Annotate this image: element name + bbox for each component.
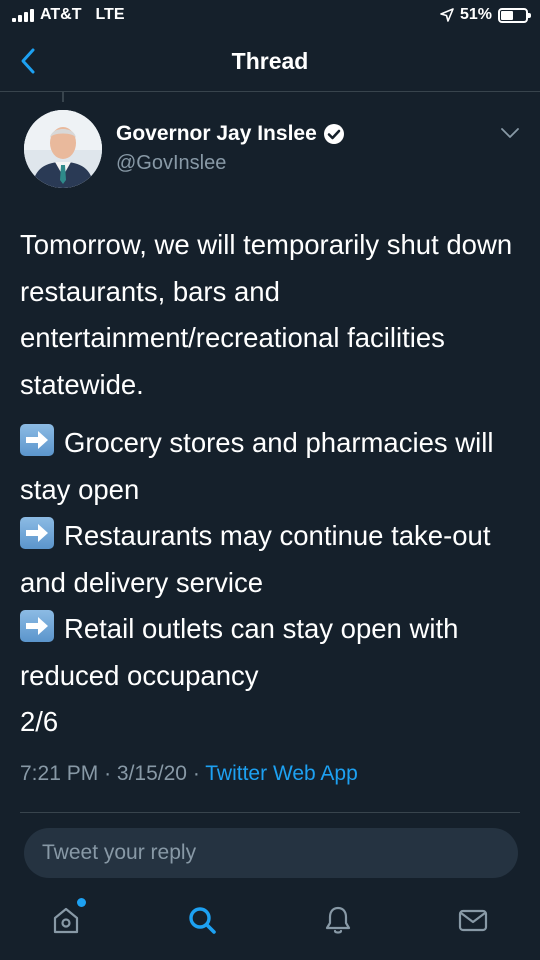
tab-notifications[interactable] bbox=[318, 900, 358, 940]
tab-messages[interactable] bbox=[453, 900, 493, 940]
tab-bar bbox=[0, 890, 540, 960]
battery-icon bbox=[498, 7, 531, 23]
bullet-text: Grocery stores and pharmacies will stay … bbox=[20, 427, 494, 505]
page-title: Thread bbox=[231, 48, 309, 74]
thread-connector bbox=[62, 92, 64, 102]
avatar-portrait-icon bbox=[24, 110, 102, 188]
network-label: LTE bbox=[95, 6, 125, 23]
tab-search[interactable] bbox=[182, 900, 222, 940]
meta-separator: · bbox=[192, 762, 206, 785]
search-icon bbox=[189, 907, 216, 934]
location-icon bbox=[440, 8, 454, 22]
new-content-dot bbox=[77, 898, 86, 907]
tweet-text: Tomorrow, we will temporarily shut down … bbox=[20, 222, 525, 746]
bullet-text: Retail outlets can stay open with reduce… bbox=[20, 613, 459, 691]
right-arrow-icon bbox=[20, 517, 54, 549]
tweet-date: 3/15/20 bbox=[116, 762, 187, 785]
tweet-counter: 2/6 bbox=[20, 706, 59, 737]
tab-home[interactable] bbox=[46, 898, 86, 940]
status-bar: AT&T LTE 51% bbox=[0, 0, 540, 34]
battery-percent: 51% bbox=[459, 6, 492, 23]
tweet-meta: 7:21 PM · 3/15/20 · Twitter Web App bbox=[20, 762, 358, 786]
status-right: 51% bbox=[440, 6, 531, 24]
avatar[interactable] bbox=[24, 110, 102, 188]
right-arrow-icon bbox=[20, 424, 54, 456]
tweet-bullet: Retail outlets can stay open with reduce… bbox=[20, 606, 525, 699]
right-arrow-icon bbox=[20, 610, 54, 642]
status-left: AT&T LTE bbox=[12, 6, 125, 24]
home-icon bbox=[53, 907, 79, 934]
tweet-bullet: Restaurants may continue take-out and de… bbox=[20, 513, 525, 606]
author-info[interactable]: Governor Jay Inslee @GovInslee bbox=[116, 122, 345, 175]
tweet-bullet: Grocery stores and pharmacies will stay … bbox=[20, 420, 525, 513]
nav-bar: Thread bbox=[0, 34, 540, 92]
author-name-row: Governor Jay Inslee bbox=[116, 122, 345, 146]
tweet-source-link[interactable]: Twitter Web App bbox=[205, 762, 358, 785]
tweet-time: 7:21 PM bbox=[20, 762, 99, 785]
battery-fill bbox=[501, 10, 514, 20]
notifications-icon bbox=[325, 906, 351, 934]
tweet-bullets: Grocery stores and pharmacies will stay … bbox=[20, 420, 525, 746]
author-handle: @GovInslee bbox=[116, 152, 227, 174]
author-name: Governor Jay Inslee bbox=[116, 122, 317, 145]
verified-badge-icon bbox=[323, 124, 344, 144]
meta-separator: · bbox=[104, 762, 117, 785]
carrier-label: AT&T bbox=[40, 6, 82, 23]
bullet-text: Restaurants may continue take-out and de… bbox=[20, 520, 491, 598]
chevron-down-icon[interactable] bbox=[500, 126, 520, 140]
signal-icon bbox=[12, 8, 34, 22]
tweet-intro: Tomorrow, we will temporarily shut down … bbox=[20, 229, 513, 400]
divider bbox=[20, 812, 520, 813]
reply-input[interactable]: Tweet your reply bbox=[24, 828, 518, 878]
messages-icon bbox=[458, 909, 488, 932]
